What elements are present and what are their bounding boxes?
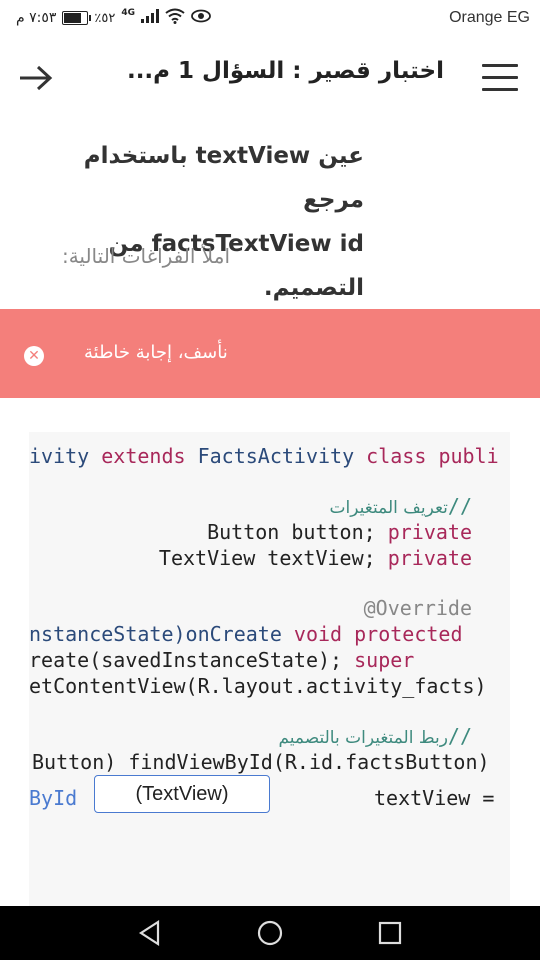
wrong-answer-banner: ✕ نأسف، إجابة خاطئة xyxy=(0,309,540,398)
code-line-findbutton: Button) findViewById(R.id.factsButton) xyxy=(32,750,490,774)
code-line-super: reate(savedInstanceState); super xyxy=(29,648,415,672)
code-line-button: Button button; private xyxy=(207,520,472,544)
code-line-class: ivity extends FactsActivity class publi xyxy=(29,444,499,468)
page-title: اختبار قصير : السؤال 1 م... xyxy=(126,58,444,84)
clock: ٧:٥٣ م xyxy=(16,10,57,26)
close-icon[interactable]: ✕ xyxy=(24,346,44,366)
code-line-findtextview-right: textView = xyxy=(374,786,495,810)
system-nav-bar xyxy=(0,906,540,960)
feedback-message: نأسف، إجابة خاطئة xyxy=(84,342,228,363)
question-text: عين textView باستخدام مرجع factsTextView… xyxy=(24,134,364,310)
code-line-findtextview-left: ById xyxy=(29,786,78,810)
carrier-name: Orange EG xyxy=(449,9,530,26)
status-bar: 4G ٥٢٪ ٧:٥٣ م Orange EG xyxy=(0,0,540,38)
app-bar: اختبار قصير : السؤال 1 م... xyxy=(0,38,540,120)
signal-icon xyxy=(141,9,160,27)
code-block[interactable]: ivity extends FactsActivity class publi … xyxy=(29,432,510,906)
code-comment-declare: تعريف المتغيرات// xyxy=(324,494,472,518)
question-line-1: عين textView باستخدام مرجع xyxy=(83,143,364,213)
code-comment-bind: ربط المتغيرات بالتصميم// xyxy=(278,724,472,748)
recents-square-icon[interactable] xyxy=(376,919,404,947)
hamburger-menu-icon[interactable] xyxy=(482,64,518,94)
code-line-oncreate: nstanceState)onCreate void protected xyxy=(29,622,463,646)
code-line-textview: TextView textView; private xyxy=(158,546,472,570)
code-line-setcontentview: etContentView(R.layout.activity_facts) xyxy=(29,674,487,698)
instruction-text: املأ الفراغات التالية: xyxy=(61,244,230,268)
arrow-right-icon[interactable] xyxy=(16,62,56,94)
answer-blank-input[interactable]: (TextView) xyxy=(94,775,270,813)
wifi-icon xyxy=(165,8,185,28)
code-annotation: @Override xyxy=(363,596,472,620)
eye-icon xyxy=(191,9,211,27)
status-icons: 4G ٥٢٪ ٧:٥٣ م xyxy=(12,8,211,28)
battery-icon xyxy=(62,11,92,25)
back-triangle-icon[interactable] xyxy=(136,919,164,947)
battery-percent: ٥٢٪ xyxy=(94,10,116,26)
network-type: 4G xyxy=(121,8,136,18)
home-circle-icon[interactable] xyxy=(256,919,284,947)
